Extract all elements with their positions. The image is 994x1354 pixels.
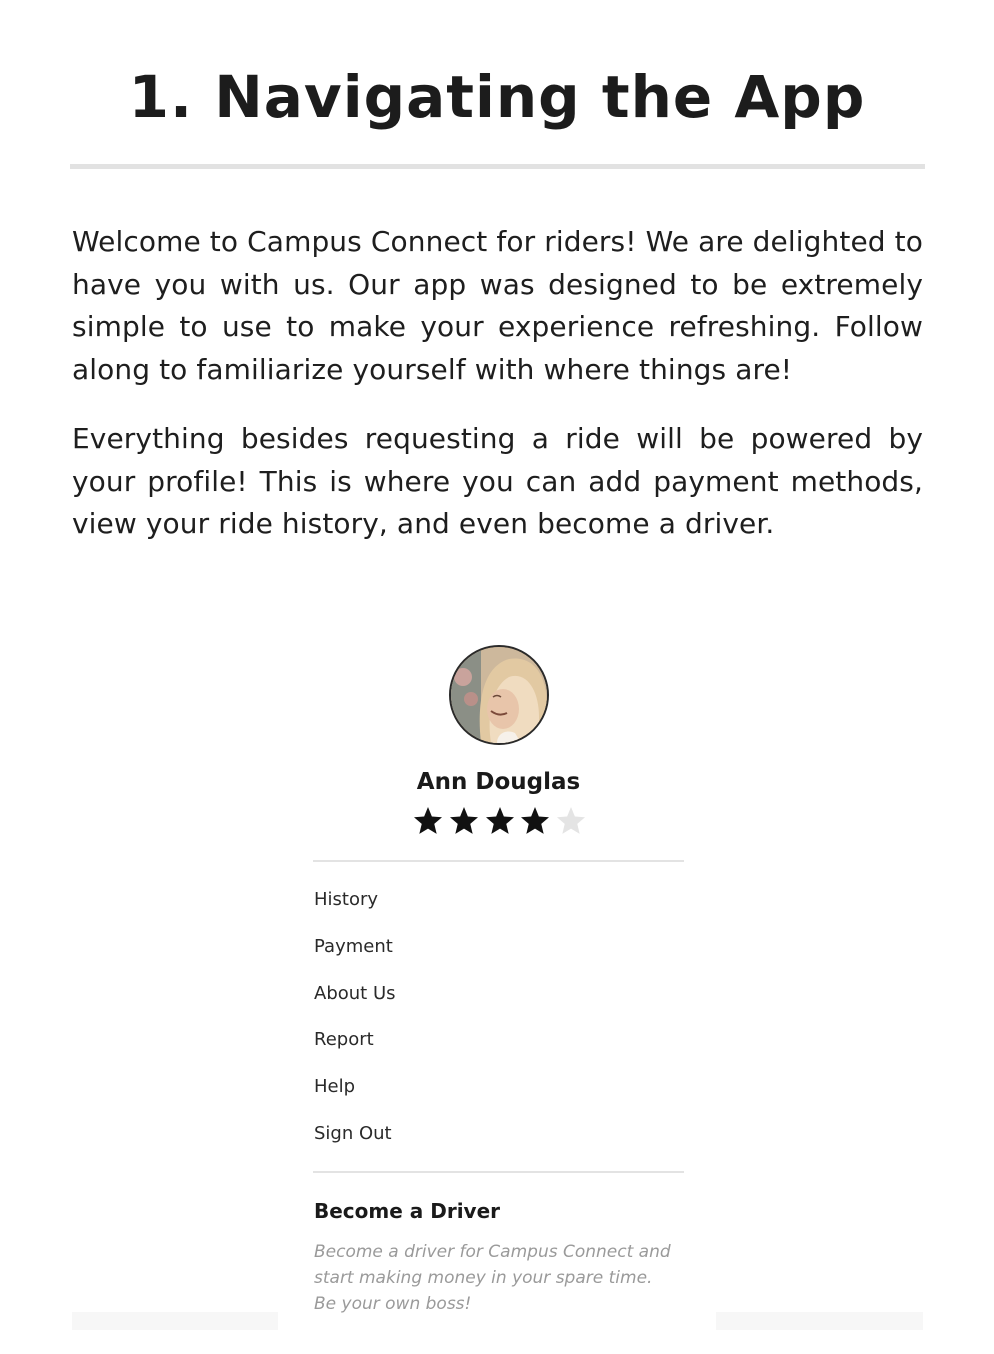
- star-empty-icon: [557, 807, 585, 834]
- menu-item-help[interactable]: Help: [314, 1072, 674, 1119]
- star-filled-icon: [521, 807, 550, 834]
- profile-name: Ann Douglas: [416, 769, 581, 795]
- star-filled-icon: [414, 807, 442, 834]
- profile-menu: History Payment About Us Report Help Sig…: [314, 885, 674, 1166]
- profile-divider: [313, 860, 684, 862]
- intro-paragraph: Everything besides requesting a ride wil…: [72, 421, 923, 541]
- avatar[interactable]: [449, 645, 549, 745]
- star-filled-icon: [449, 807, 478, 834]
- menu-divider: [313, 1171, 684, 1173]
- intro-text: Welcome to Campus Connect for riders! We…: [72, 221, 923, 572]
- cropped-edge: [716, 1312, 923, 1330]
- page-title: 1. Navigating the App: [128, 63, 866, 131]
- menu-item-history[interactable]: History: [314, 885, 674, 932]
- become-driver-description: Become a driver for Campus Connect and s…: [314, 1242, 671, 1314]
- intro-paragraph: Welcome to Campus Connect for riders! We…: [72, 225, 923, 387]
- title-divider: [70, 164, 925, 169]
- menu-item-sign-out[interactable]: Sign Out: [314, 1119, 674, 1166]
- rating-stars: [412, 805, 587, 841]
- menu-item-about-us[interactable]: About Us: [314, 979, 674, 1026]
- cropped-edge: [72, 1312, 278, 1330]
- star-filled-icon: [485, 807, 514, 834]
- avatar-photo: [451, 647, 547, 743]
- menu-item-report[interactable]: Report: [314, 1025, 674, 1072]
- menu-item-payment[interactable]: Payment: [314, 932, 674, 979]
- become-driver-link[interactable]: Become a Driver: [314, 1196, 500, 1226]
